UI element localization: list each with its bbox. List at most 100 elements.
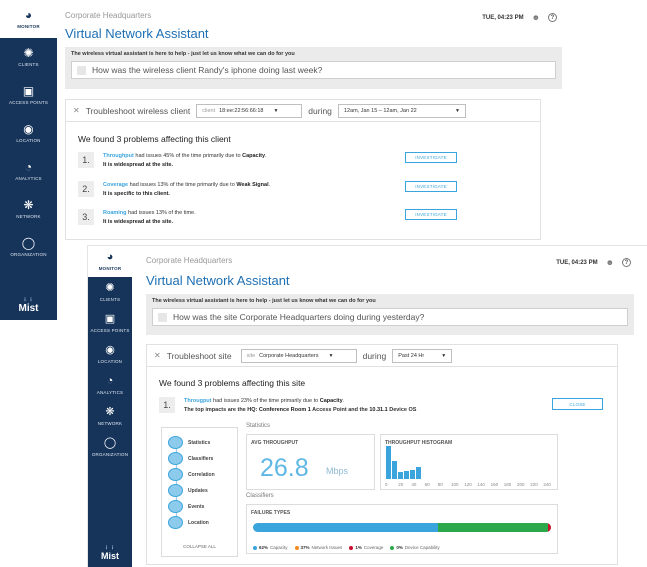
problem-text: Coverage had issues 13% of the time prim… (103, 181, 270, 198)
nav-analytics[interactable]: ◔ ANALYTICS (0, 152, 57, 190)
mist-logo: ⋮⋮ Mist (88, 545, 132, 561)
nav-label: ACCESS POINTS (8, 100, 49, 105)
histogram-tick: 100 (451, 482, 459, 487)
impact-os: 10.31.1 (369, 406, 388, 413)
nav-location[interactable]: ◉ LOCATION (0, 114, 57, 152)
question-checkbox[interactable] (158, 312, 167, 322)
histogram-bar (410, 470, 415, 479)
nav-label: MONITOR (17, 24, 40, 29)
site-dropdown[interactable]: site Corporate Headquarters ▼ (240, 348, 357, 363)
step-location[interactable]: Location (168, 516, 209, 529)
time-range-dropdown[interactable]: Past 24 Hr ▼ (392, 348, 453, 363)
nav-organization[interactable]: ◯ ORGANIZATION (88, 432, 132, 463)
troubleshoot-label: Troubleshoot site (166, 350, 232, 361)
step-label: Classifiers (188, 455, 214, 462)
close-button[interactable]: CLOSE (552, 398, 603, 410)
step-label: Updates (188, 487, 208, 494)
impact-post: Device OS (387, 406, 417, 413)
step-events[interactable]: Events (168, 500, 204, 513)
nav-access-points[interactable]: ▣ ACCESS POINTS (88, 308, 132, 339)
clients-icon: ✺ (23, 46, 34, 60)
nav-organization[interactable]: ◯ ORGANIZATION (0, 228, 57, 266)
problem-cause: Capacity (242, 153, 266, 159)
site-name: Corporate Headquarters (65, 11, 152, 20)
troubleshoot-panel: ✕ Troubleshoot wireless client client 18… (65, 99, 541, 240)
step-dot (168, 452, 183, 465)
nav-label: NETWORK (97, 421, 123, 426)
dropdown-value: Past 24 Hr (398, 352, 425, 359)
problem-number: 1. (159, 397, 175, 413)
investigate-button[interactable]: INVESTIGATE (405, 181, 457, 192)
problem-item: 1. Througput had issues 23% of the time … (159, 397, 617, 419)
page-title: Virtual Network Assistant (146, 273, 290, 288)
nav-network[interactable]: ❋ NETWORK (0, 190, 57, 228)
top-right-tools: TUE, 04:23 PM ☻ ? (556, 258, 631, 267)
histogram-tick: 180 (503, 482, 512, 487)
nav-network[interactable]: ❋ NETWORK (88, 401, 132, 432)
main-content: Corporate Headquarters Virtual Network A… (132, 246, 647, 567)
failure-types-card: FAILURE TYPES 62% Capacity 37% Network I… (246, 504, 558, 554)
problem-details: Statistics Classifiers Correlation Updat… (161, 423, 611, 560)
step-dot (168, 468, 183, 481)
problem-tail: . (268, 182, 271, 188)
location-pin-icon: ◉ (23, 122, 34, 136)
access-point-icon: ▣ (22, 84, 35, 98)
legend-label: Network Issues (311, 545, 343, 550)
found-summary: We found 3 problems affecting this site (159, 378, 306, 388)
nav-location[interactable]: ◉ LOCATION (88, 339, 132, 370)
question-checkbox[interactable] (77, 65, 86, 75)
problem-tail: . (265, 153, 267, 159)
metric-link[interactable]: Througput (184, 398, 212, 404)
nav-label: LOCATION (97, 359, 123, 364)
investigate-button[interactable]: INVESTIGATE (405, 152, 457, 163)
step-dot (168, 436, 183, 449)
problem-scope: It is specific to this client. (103, 190, 170, 197)
step-updates[interactable]: Updates (168, 484, 208, 497)
impact-pre: The top impacts are the (184, 406, 248, 413)
network-icon: ❋ (23, 198, 34, 212)
investigate-button[interactable]: INVESTIGATE (405, 209, 457, 220)
problem-impact: The top impacts are the HQ: Conference R… (184, 407, 416, 413)
nav-clients[interactable]: ✺ CLIENTS (88, 277, 132, 308)
metric-link[interactable]: Roaming (103, 210, 127, 216)
close-icon[interactable]: ✕ (73, 106, 80, 115)
question-input[interactable]: How was the site Corporate Headquarters … (152, 308, 628, 326)
card-title: FAILURE TYPES (251, 510, 291, 516)
legend-label: Coverage (363, 545, 384, 550)
metric-link[interactable]: Coverage (103, 182, 128, 188)
user-icon[interactable]: ☻ (532, 13, 540, 22)
clients-icon: ✺ (105, 282, 115, 294)
during-label: during (308, 105, 332, 116)
problem-text: Througput had issues 23% of the time pri… (184, 397, 416, 414)
nav-analytics[interactable]: ◔ ANALYTICS (88, 370, 132, 401)
step-correlation[interactable]: Correlation (168, 468, 215, 481)
nav-monitor[interactable]: ◕ MONITOR (0, 0, 57, 38)
client-dropdown[interactable]: client 18:ee:22:56:66:18 ▼ (196, 103, 303, 118)
step-classifiers[interactable]: Classifiers (168, 452, 213, 465)
time-range-dropdown[interactable]: 12am, Jan 15 – 12am, Jan 22 ▼ (337, 103, 466, 118)
user-icon[interactable]: ☻ (606, 258, 614, 267)
logo-text: Mist (18, 303, 39, 314)
legend-pct: 0% (396, 545, 403, 550)
help-icon[interactable]: ? (548, 13, 557, 22)
help-icon[interactable]: ? (622, 258, 631, 267)
metric-link[interactable]: Throughput (103, 153, 134, 159)
troubleshoot-panel: ✕ Troubleshoot site site Corporate Headq… (146, 344, 618, 565)
nav-monitor[interactable]: ◕ MONITOR (88, 246, 132, 277)
histogram-tick: 40 (411, 482, 417, 487)
gauge-icon: ◕ (106, 251, 114, 263)
datetime: TUE, 04:23 PM (556, 259, 598, 266)
nav-access-points[interactable]: ▣ ACCESS POINTS (0, 76, 57, 114)
histogram-tick: 20 (398, 482, 404, 487)
avg-throughput-unit: Mbps (326, 466, 349, 476)
histogram-tick: 80 (437, 482, 443, 487)
problem-text: Roaming had issues 13% of the time. It i… (103, 209, 196, 226)
pie-chart-icon: ◔ (24, 160, 33, 174)
nav-clients[interactable]: ✺ CLIENTS (0, 38, 57, 76)
legend-dot (253, 545, 257, 550)
step-statistics[interactable]: Statistics (168, 436, 210, 449)
close-icon[interactable]: ✕ (154, 351, 161, 360)
question-input[interactable]: How was the wireless client Randy's ipho… (71, 61, 556, 79)
histogram-tick: 220 (530, 482, 538, 487)
collapse-all-link[interactable]: COLLAPSE ALL (162, 544, 237, 549)
